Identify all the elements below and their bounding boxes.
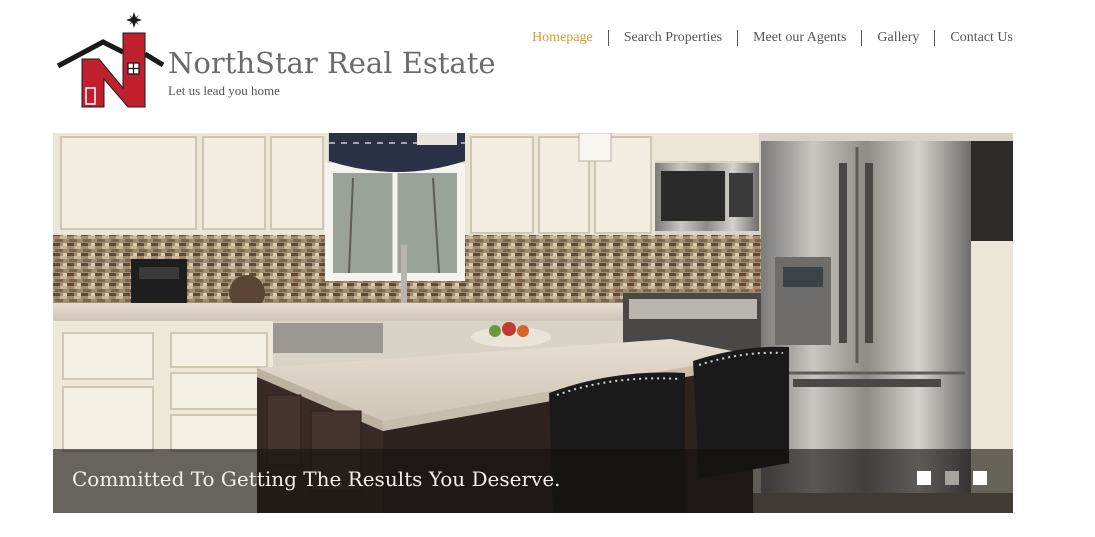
logo[interactable]: [55, 10, 165, 110]
hero-caption: Committed To Getting The Results You Des…: [72, 467, 561, 491]
slide-dot-1[interactable]: [917, 471, 931, 485]
house-logo-icon: [56, 12, 165, 108]
nav-item-homepage[interactable]: Homepage: [532, 30, 608, 46]
caption-bar: Committed To Getting The Results You Des…: [53, 449, 1013, 513]
nav-item-meet-our-agents[interactable]: Meet our Agents: [738, 30, 861, 46]
main-nav: Homepage Search Properties Meet our Agen…: [532, 30, 1013, 46]
slide-dot-2[interactable]: [945, 471, 959, 485]
slide-dot-3[interactable]: [973, 471, 987, 485]
slider-pagination: [917, 471, 987, 485]
brand-tagline: Let us lead you home: [168, 83, 280, 98]
hero-slider[interactable]: Committed To Getting The Results You Des…: [53, 133, 1013, 513]
brand-name[interactable]: NorthStar Real Estate: [168, 46, 496, 80]
nav-item-search-properties[interactable]: Search Properties: [609, 30, 737, 46]
nav-item-gallery[interactable]: Gallery: [862, 30, 934, 46]
nav-item-contact-us[interactable]: Contact Us: [935, 30, 1013, 46]
